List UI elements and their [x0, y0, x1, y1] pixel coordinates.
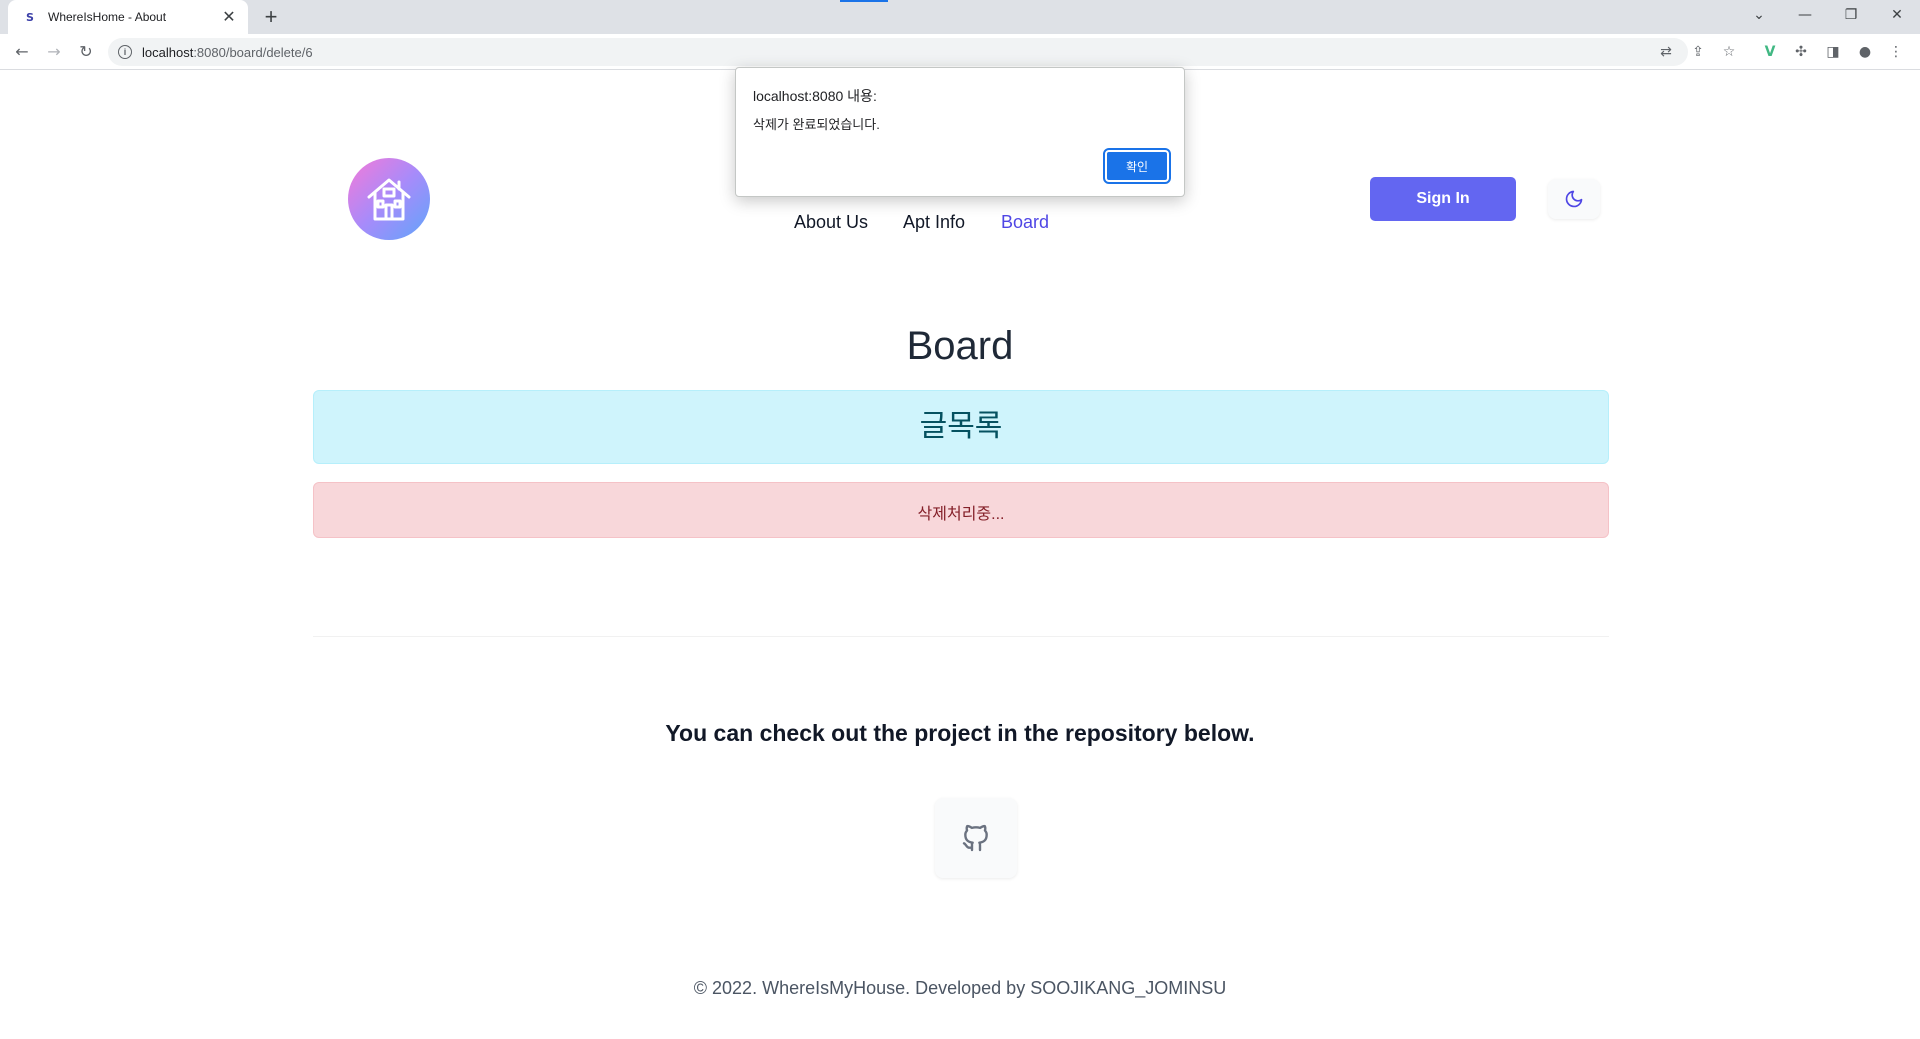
status-alert: 삭제처리중...	[313, 482, 1609, 538]
profile-icon[interactable]: ●	[1855, 42, 1875, 62]
tab-title: WhereIsHome - About	[48, 10, 167, 24]
browser-tab[interactable]: S WhereIsHome - About ✕	[8, 0, 248, 34]
translate-icon[interactable]: ⇄	[1656, 42, 1676, 62]
reload-icon[interactable]: ↻	[74, 40, 98, 64]
moon-icon	[1565, 190, 1583, 208]
nav-board[interactable]: Board	[1001, 212, 1049, 233]
github-link-button[interactable]	[935, 798, 1017, 878]
new-tab-button[interactable]: +	[258, 4, 284, 30]
close-window-icon[interactable]: ✕	[1874, 0, 1920, 30]
side-panel-icon[interactable]: ◨	[1823, 42, 1843, 62]
theme-toggle-button[interactable]	[1548, 179, 1600, 219]
repo-text: You can check out the project in the rep…	[665, 720, 1255, 746]
list-banner: 글목록	[313, 390, 1609, 464]
bookmark-star-icon[interactable]: ☆	[1719, 42, 1739, 62]
alert-title: localhost:8080 내용:	[753, 88, 877, 104]
site-info-icon[interactable]: i	[118, 45, 132, 59]
alert-dialog: localhost:8080 내용: 삭제가 완료되었습니다. 확인	[735, 67, 1185, 197]
sign-in-button[interactable]: Sign In	[1370, 177, 1516, 221]
minimize-icon[interactable]: —	[1782, 0, 1828, 30]
home-logo[interactable]	[348, 158, 430, 240]
tab-loading-indicator	[840, 0, 888, 2]
menu-kebab-icon[interactable]: ⋮	[1886, 42, 1906, 62]
github-icon	[962, 824, 988, 852]
favicon-icon: S	[26, 10, 34, 24]
browser-toolbar: ← → ↻ i localhost:8080/board/delete/6 ⇄ …	[0, 34, 1920, 70]
restore-icon[interactable]: ❐	[1828, 0, 1874, 30]
extensions-icon[interactable]: ✣	[1791, 42, 1811, 62]
tab-close-icon[interactable]: ✕	[220, 7, 238, 27]
nav-apt-info[interactable]: Apt Info	[903, 212, 965, 233]
alert-message: 삭제가 완료되었습니다.	[753, 117, 880, 132]
page-title: Board	[906, 324, 1014, 368]
share-icon[interactable]: ⇪	[1688, 42, 1708, 62]
tab-search-icon[interactable]: ⌄	[1736, 0, 1782, 30]
address-bar[interactable]: i localhost:8080/board/delete/6	[108, 38, 1688, 66]
url-text: localhost:8080/board/delete/6	[142, 44, 313, 60]
house-icon	[367, 178, 411, 221]
alert-ok-button[interactable]: 확인	[1103, 148, 1171, 184]
vue-devtools-icon[interactable]: V	[1760, 42, 1780, 62]
divider	[313, 636, 1609, 637]
footer-text: © 2022. WhereIsMyHouse. Developed by SOO…	[693, 978, 1227, 998]
forward-icon[interactable]: →	[42, 40, 66, 64]
browser-tabbar: S WhereIsHome - About ✕ + ⌄ — ❐ ✕	[0, 0, 1920, 34]
back-icon[interactable]: ←	[10, 40, 34, 64]
nav-about-us[interactable]: About Us	[794, 212, 868, 233]
